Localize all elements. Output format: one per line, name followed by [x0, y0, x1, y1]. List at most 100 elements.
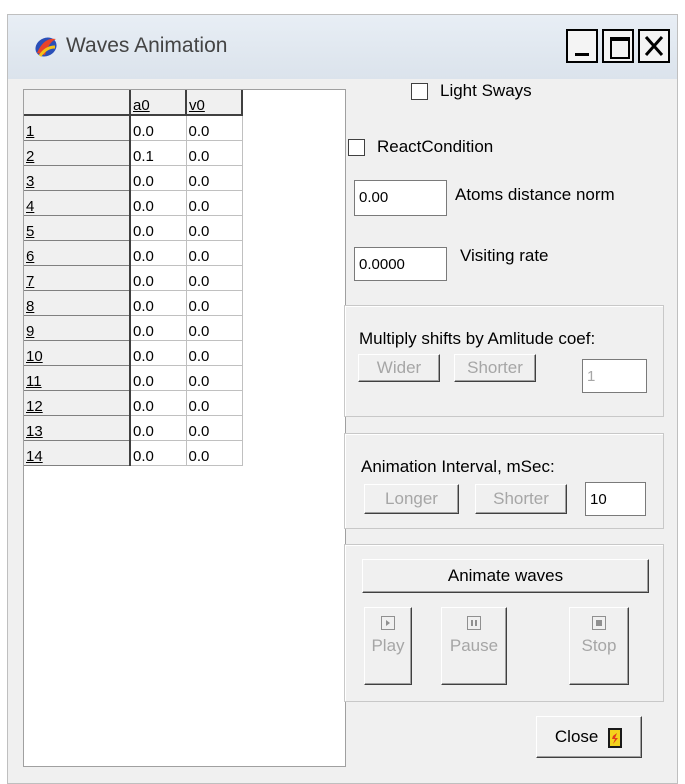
interval-label: Animation Interval, mSec: — [361, 457, 555, 476]
animate-group: Animate waves Play Pause Stop — [344, 544, 664, 702]
atoms-distance-input[interactable]: 0.00 — [354, 180, 447, 216]
table-row: 14 0.0 0.0 — [24, 440, 243, 466]
cell-v0[interactable]: 0.0 — [186, 365, 243, 391]
table-row: 1 0.0 0.0 — [24, 115, 243, 141]
stop-button[interactable]: Stop — [569, 607, 629, 685]
light-sways-checkbox[interactable]: Light Sways — [411, 81, 532, 101]
cell-v0[interactable]: 0.0 — [186, 415, 243, 441]
cell-a0[interactable]: 0.0 — [130, 415, 187, 441]
row-header[interactable]: 8 — [24, 290, 131, 316]
play-label: Play — [371, 636, 405, 655]
table-row: 7 0.0 0.0 — [24, 265, 243, 291]
table-row: 12 0.0 0.0 — [24, 390, 243, 416]
row-header[interactable]: 10 — [24, 340, 131, 366]
pause-label: Pause — [449, 636, 499, 655]
cell-a0[interactable]: 0.0 — [130, 165, 187, 191]
row-header[interactable]: 5 — [24, 215, 131, 241]
amplitude-label: Multiply shifts by Amlitude coef: — [359, 329, 596, 348]
interval-shorter-button[interactable]: Shorter — [475, 484, 567, 514]
table-row: 4 0.0 0.0 — [24, 190, 243, 216]
table-row: 3 0.0 0.0 — [24, 165, 243, 191]
light-sways-checkbox-box[interactable] — [411, 82, 428, 100]
cell-v0[interactable]: 0.0 — [186, 165, 243, 191]
grid-corner-cell — [24, 90, 131, 116]
close-button[interactable]: Close — [536, 716, 642, 758]
stop-icon — [592, 616, 606, 630]
visiting-rate-input[interactable]: 0.0000 — [354, 247, 447, 281]
column-header-v0[interactable]: v0 — [186, 90, 243, 116]
cell-v0[interactable]: 0.0 — [186, 115, 243, 141]
cell-v0[interactable]: 0.0 — [186, 265, 243, 291]
data-grid[interactable]: a0 v0 1 0.0 0.0 2 0.1 0.0 3 0.0 0.0 4 0.0 0.0 5 0.0 0.… — [23, 89, 346, 767]
row-header[interactable]: 6 — [24, 240, 131, 266]
table-row: 13 0.0 0.0 — [24, 415, 243, 441]
cell-a0[interactable]: 0.0 — [130, 115, 187, 141]
row-header[interactable]: 4 — [24, 190, 131, 216]
table-row: 5 0.0 0.0 — [24, 215, 243, 241]
longer-button[interactable]: Longer — [364, 484, 459, 514]
atoms-distance-label: Atoms distance norm — [455, 185, 615, 204]
interval-input[interactable]: 10 — [585, 482, 646, 516]
row-header[interactable]: 3 — [24, 165, 131, 191]
close-icon — [644, 36, 664, 56]
title-bar[interactable]: Waves Animation — [8, 15, 677, 79]
table-row: 2 0.1 0.0 — [24, 140, 243, 166]
cell-a0[interactable]: 0.0 — [130, 240, 187, 266]
play-icon — [381, 616, 395, 630]
amplitude-shorter-button[interactable]: Shorter — [454, 354, 536, 382]
interval-group: Animation Interval, mSec: Longer Shorter… — [344, 433, 664, 529]
amplitude-coef-input[interactable]: 1 — [582, 359, 647, 393]
amplitude-group: Multiply shifts by Amlitude coef: Wider … — [344, 305, 664, 417]
close-window-button[interactable] — [638, 29, 670, 63]
column-header-a0[interactable]: a0 — [130, 90, 187, 116]
row-header[interactable]: 7 — [24, 265, 131, 291]
cell-v0[interactable]: 0.0 — [186, 290, 243, 316]
minimize-button[interactable] — [566, 29, 598, 63]
close-label: Close — [554, 727, 599, 746]
react-condition-checkbox-box[interactable] — [348, 138, 365, 156]
row-header[interactable]: 13 — [24, 415, 131, 441]
cell-a0[interactable]: 0.0 — [130, 440, 187, 466]
row-header[interactable]: 9 — [24, 315, 131, 341]
pause-icon — [467, 616, 481, 630]
cell-a0[interactable]: 0.0 — [130, 340, 187, 366]
cell-a0[interactable]: 0.0 — [130, 365, 187, 391]
row-header[interactable]: 12 — [24, 390, 131, 416]
cell-v0[interactable]: 0.0 — [186, 190, 243, 216]
row-header[interactable]: 1 — [24, 115, 131, 141]
table-row: 10 0.0 0.0 — [24, 340, 243, 366]
react-condition-checkbox[interactable]: ReactCondition — [348, 137, 493, 157]
cell-a0[interactable]: 0.0 — [130, 390, 187, 416]
grid-table: a0 v0 1 0.0 0.0 2 0.1 0.0 3 0.0 0.0 4 0.0 0.0 5 0.0 0.… — [24, 90, 243, 466]
play-button[interactable]: Play — [364, 607, 412, 685]
exit-door-icon — [608, 727, 623, 748]
wider-button[interactable]: Wider — [358, 354, 440, 382]
cell-v0[interactable]: 0.0 — [186, 140, 243, 166]
table-row: 9 0.0 0.0 — [24, 315, 243, 341]
window-title: Waves Animation — [66, 34, 228, 57]
row-header[interactable]: 11 — [24, 365, 131, 391]
waves-animation-window: Waves Animation a0 v0 1 0.0 0.0 2 0.1 0.0 3 0.0… — [7, 14, 678, 784]
cell-v0[interactable]: 0.0 — [186, 390, 243, 416]
stop-label: Stop — [581, 636, 617, 655]
cell-a0[interactable]: 0.0 — [130, 315, 187, 341]
table-row: 8 0.0 0.0 — [24, 290, 243, 316]
maximize-button[interactable] — [602, 29, 634, 63]
cell-v0[interactable]: 0.0 — [186, 440, 243, 466]
visiting-rate-label: Visiting rate — [460, 246, 549, 265]
animate-waves-button[interactable]: Animate waves — [362, 559, 649, 593]
cell-a0[interactable]: 0.0 — [130, 190, 187, 216]
cell-a0[interactable]: 0.0 — [130, 215, 187, 241]
cell-a0[interactable]: 0.0 — [130, 290, 187, 316]
cell-a0[interactable]: 0.0 — [130, 265, 187, 291]
cell-v0[interactable]: 0.0 — [186, 340, 243, 366]
cell-a0[interactable]: 0.1 — [130, 140, 187, 166]
app-swirl-icon — [35, 37, 57, 57]
row-header[interactable]: 14 — [24, 440, 131, 466]
cell-v0[interactable]: 0.0 — [186, 240, 243, 266]
cell-v0[interactable]: 0.0 — [186, 215, 243, 241]
table-row: 11 0.0 0.0 — [24, 365, 243, 391]
pause-button[interactable]: Pause — [441, 607, 507, 685]
row-header[interactable]: 2 — [24, 140, 131, 166]
cell-v0[interactable]: 0.0 — [186, 315, 243, 341]
